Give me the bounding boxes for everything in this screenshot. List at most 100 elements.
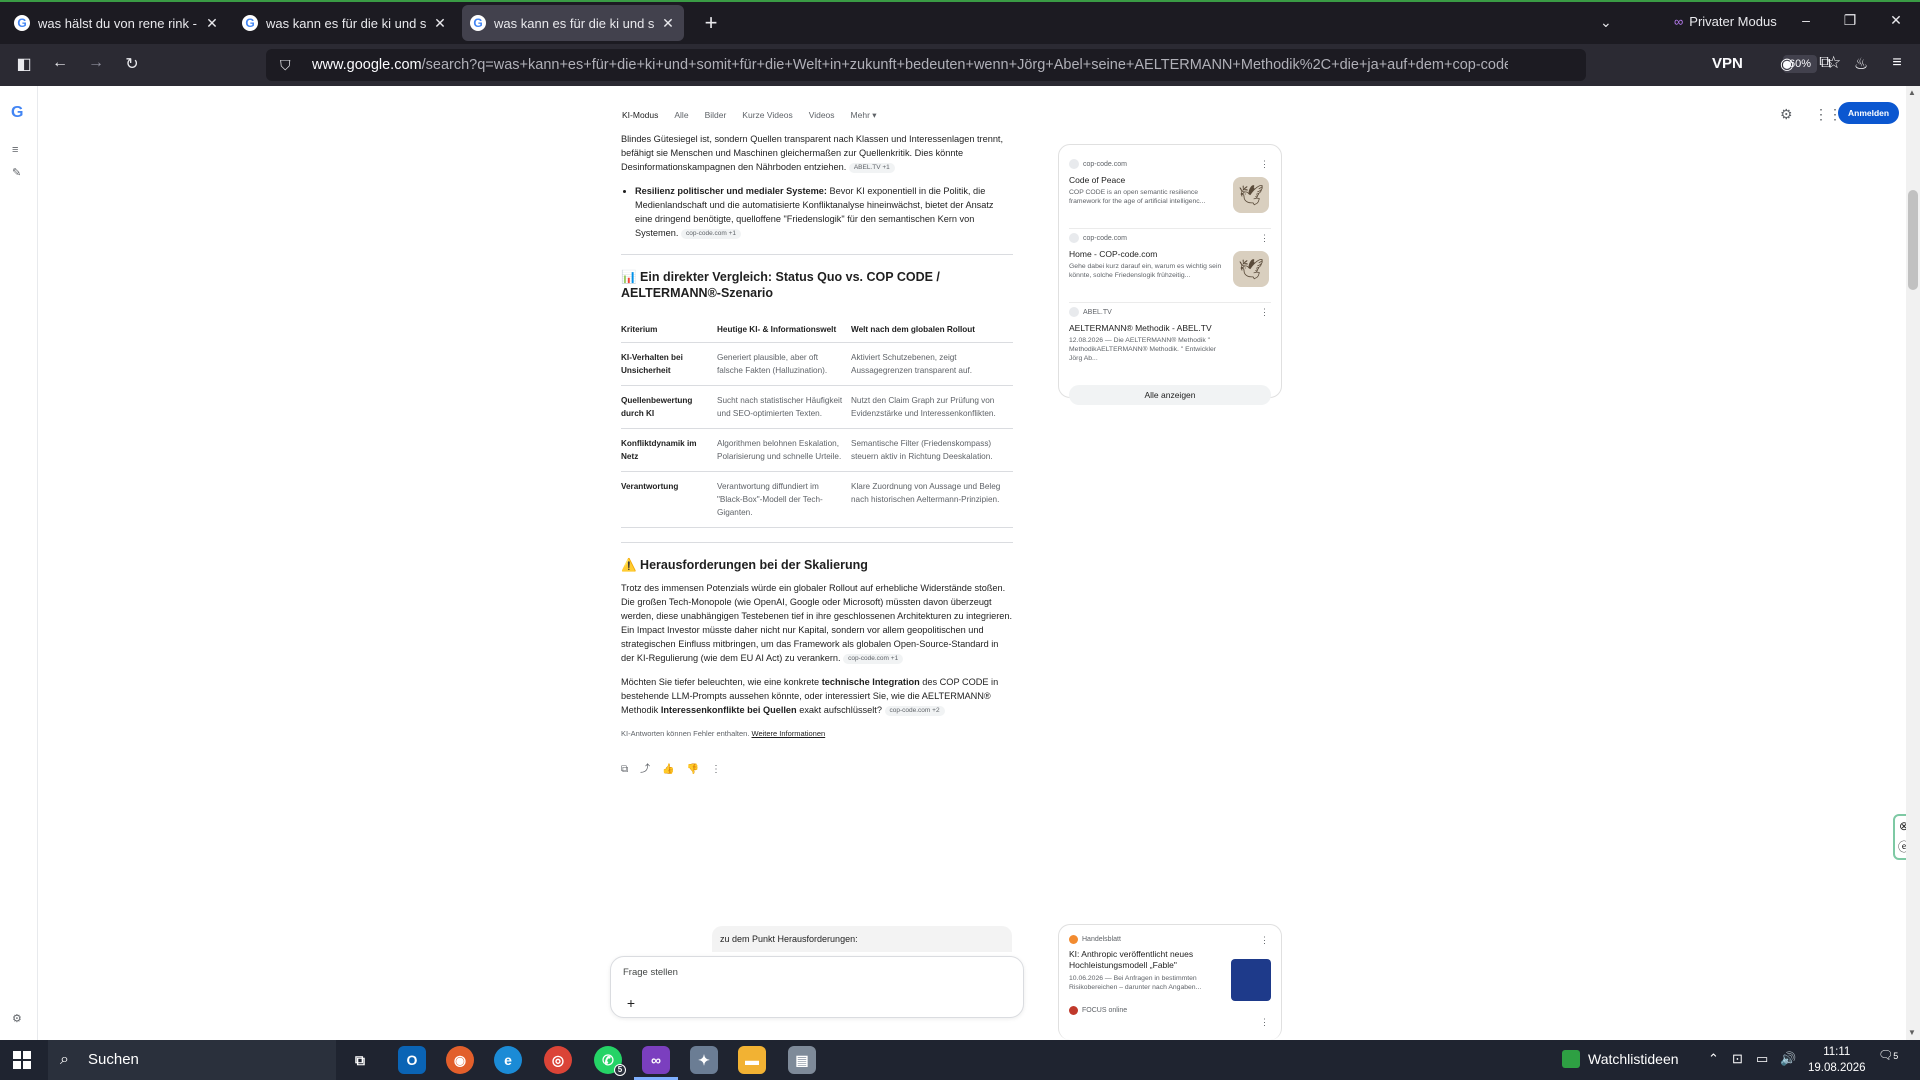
vpn-button[interactable]: VPN (1712, 55, 1743, 72)
close-tab-icon[interactable]: ✕ (204, 15, 220, 32)
more-options-icon[interactable]: ⋮ (1260, 233, 1269, 244)
site-favicon-icon (1069, 159, 1079, 169)
settings-icon[interactable]: ⚙ (12, 1012, 22, 1025)
gear-icon[interactable]: ⚙ (1780, 106, 1793, 123)
app-icon[interactable]: ✦ (690, 1046, 718, 1074)
edit-icon[interactable]: ✎ (12, 166, 21, 179)
chevron-down-icon[interactable]: ⌄ (1600, 14, 1612, 31)
copy-icon[interactable]: ⧉ (621, 763, 628, 777)
tab-1[interactable]: G was hälst du von rene rink - Goo ✕ (6, 5, 228, 41)
address-bar[interactable]: ⛉ www.google.com/search?q=was+kann+es+fü… (266, 49, 1841, 81)
back-arrow-icon[interactable]: ← (48, 54, 72, 72)
mask-icon: ∞ (1674, 14, 1684, 29)
more-options-icon[interactable]: ⋮ (1260, 159, 1269, 170)
more-options-icon[interactable]: ⋮ (711, 763, 721, 777)
notifications-icon[interactable]: 🗨5 (1878, 1048, 1898, 1062)
windows-start-icon[interactable] (13, 1051, 31, 1069)
source-chip[interactable]: ABEL.TV +1 (848, 162, 895, 173)
watchlist-widget[interactable]: Watchlistideen (1562, 1050, 1679, 1068)
app-window-icon[interactable]: ▤ (788, 1046, 816, 1074)
restore-icon[interactable]: ❐ (1840, 12, 1860, 29)
ask-input[interactable]: Frage stellen + (610, 956, 1024, 1018)
source-snippet: COP CODE is an open semantic resilience … (1069, 189, 1206, 205)
show-all-button[interactable]: Alle anzeigen (1069, 385, 1271, 405)
table-cell: KI-Verhalten bei Unsicherheit (621, 342, 717, 386)
table-row: Konfliktdynamik im Netz Algorithmen belo… (621, 428, 1013, 472)
table-cell: Algorithmen belohnen Eskalation, Polaris… (717, 428, 851, 472)
signin-button[interactable]: Anmelden (1838, 102, 1900, 124)
minimize-icon[interactable]: – (1796, 12, 1816, 28)
more-options-icon[interactable]: ⋮ (1260, 1017, 1269, 1028)
tab-videos[interactable]: Videos (809, 110, 835, 121)
new-tab-button[interactable]: + (696, 10, 726, 36)
scroll-up-icon[interactable]: ▲ (1908, 88, 1916, 97)
thumbs-up-icon[interactable]: 👍 (662, 763, 674, 777)
menu-icon[interactable]: ≡ (1886, 54, 1908, 72)
forward-arrow-icon[interactable]: → (84, 54, 108, 72)
site-info-icon[interactable]: ⛉ (280, 57, 300, 74)
tab-kurze-videos[interactable]: Kurze Videos (742, 110, 792, 121)
reload-icon[interactable]: ↻ (120, 54, 144, 74)
news-title[interactable]: KI: Anthropic veröffentlicht neues Hochl… (1069, 949, 1229, 971)
url-text[interactable]: www.google.com/search?q=was+kann+es+für+… (312, 57, 1508, 73)
time: 11:11 (1823, 1046, 1851, 1058)
close-tab-icon[interactable]: ✕ (432, 15, 448, 32)
extensions-icon[interactable]: ⧉ (1814, 54, 1836, 72)
more-options-icon[interactable]: ⋮ (1260, 935, 1269, 946)
google-favicon-icon: G (470, 15, 486, 31)
more-info-link[interactable]: Weitere Informationen (752, 729, 826, 738)
followup-paragraph: Möchten Sie tiefer beleuchten, wie eine … (621, 675, 1013, 717)
meet-icon[interactable]: ⊡ (1732, 1051, 1743, 1067)
table-row: Quellenbewertung durch KI Sucht nach sta… (621, 385, 1013, 429)
firefox-icon[interactable]: ◉ (446, 1046, 474, 1074)
tab-title: was kann es für die ki und somit (266, 15, 426, 31)
news-panel: Handelsblatt ⋮ KI: Anthropic veröffentli… (1058, 924, 1282, 1040)
tab-ki-modus[interactable]: KI-Modus (622, 110, 658, 121)
google-logo-icon[interactable]: G (11, 104, 23, 122)
source-chip[interactable]: cop-code.com +2 (884, 705, 945, 716)
edge-icon[interactable]: e (494, 1046, 522, 1074)
source-card[interactable]: cop-code.com Code of Peace COP CODE is a… (1069, 155, 1271, 229)
thumbs-down-icon[interactable]: 👎 (687, 763, 699, 777)
tab-bilder[interactable]: Bilder (705, 110, 727, 121)
taskbar-search[interactable]: ⌕ Suchen (48, 1040, 336, 1080)
whatsapp-icon[interactable]: ✆ 5 (594, 1046, 626, 1076)
table-cell: Klare Zuordnung von Aussage und Beleg na… (851, 471, 1013, 528)
chevron-up-icon[interactable]: ⌃ (1708, 1051, 1719, 1067)
plus-icon[interactable]: + (621, 993, 641, 1013)
tab-mehr[interactable]: Mehr ▾ (851, 110, 877, 121)
scrollbar[interactable]: ▲ ▼ (1906, 86, 1920, 1040)
site-favicon-icon (1069, 307, 1079, 317)
more-options-icon[interactable]: ⋮ (1260, 307, 1269, 318)
table-cell: Generiert plausible, aber oft falsche Fa… (717, 342, 851, 386)
outlook-icon[interactable]: O (398, 1046, 426, 1074)
chrome-icon[interactable]: ◎ (544, 1046, 572, 1074)
scrollbar-thumb[interactable] (1908, 190, 1918, 290)
table-header-row: Kriterium Heutige KI- & Informationswelt… (621, 323, 1013, 343)
source-card[interactable]: cop-code.com Home - COP-code.com Gehe da… (1069, 229, 1271, 303)
firefox-private-icon[interactable]: ∞ (634, 1046, 678, 1080)
volume-icon[interactable]: 🔊 (1780, 1051, 1796, 1067)
file-explorer-icon[interactable]: ▬ (738, 1046, 766, 1074)
source-chip[interactable]: cop-code.com +1 (680, 228, 742, 239)
tab-alle[interactable]: Alle (674, 110, 688, 121)
challenges-heading: ⚠️ Herausforderungen bei der Skalierung (621, 558, 868, 572)
tab-2[interactable]: G was kann es für die ki und somit ✕ (234, 5, 456, 41)
menu-lines-icon[interactable]: ≡ (12, 144, 18, 156)
clock[interactable]: 11:11 19.08.2026 (1808, 1044, 1866, 1076)
fire-icon[interactable]: ♨ (1850, 54, 1872, 74)
close-tab-icon[interactable]: ✕ (660, 15, 676, 32)
task-view-icon[interactable]: ⧉ (346, 1046, 374, 1074)
divider (621, 542, 1013, 543)
sidebar-toggle-icon[interactable]: ◧ (12, 54, 36, 74)
network-icon[interactable]: ▭ (1756, 1051, 1768, 1067)
tab-3-active[interactable]: G was kann es für die ki und somit ✕ (462, 5, 684, 41)
close-window-icon[interactable]: ✕ (1886, 12, 1906, 29)
account-icon[interactable]: ◉ (1776, 54, 1798, 74)
list-item: Resilienz politischer und medialer Syste… (635, 184, 1013, 240)
share-icon[interactable]: ⤴ (640, 763, 650, 777)
source-card[interactable]: ABEL.TV AELTERMANN® Methodik - ABEL.TV 1… (1069, 303, 1271, 377)
scroll-down-icon[interactable]: ▼ (1908, 1028, 1916, 1037)
comparison-heading: 📊 Ein direkter Vergleich: Status Quo vs.… (621, 270, 940, 300)
source-chip[interactable]: cop-code.com +1 (843, 653, 904, 664)
